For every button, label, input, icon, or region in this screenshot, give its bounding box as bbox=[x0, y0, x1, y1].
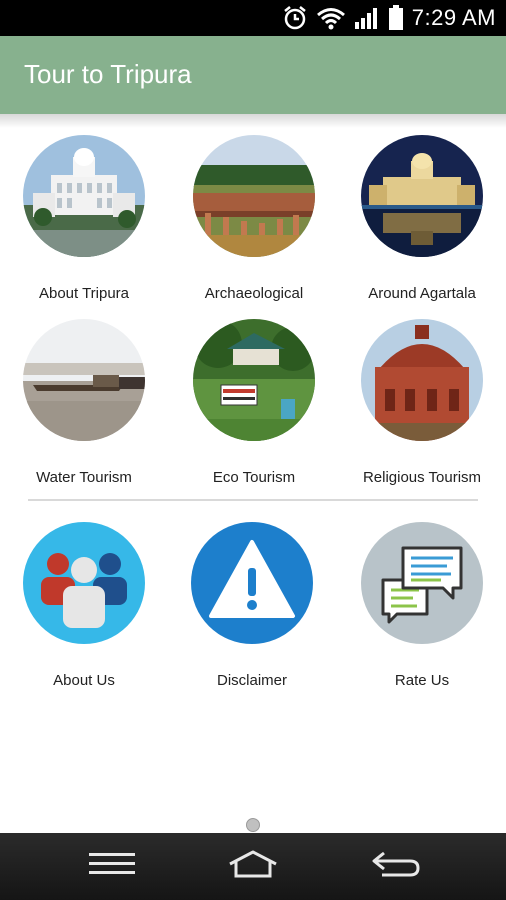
tile-archaeological[interactable]: Archaeological bbox=[170, 135, 338, 302]
tile-disclaimer[interactable]: Disclaimer bbox=[168, 522, 336, 689]
status-bar: 7:29 AM bbox=[0, 0, 506, 36]
red-temple-photo bbox=[361, 319, 483, 441]
back-button[interactable] bbox=[336, 833, 456, 900]
white-palace-photo bbox=[23, 135, 145, 257]
app-bar: Tour to Tripura bbox=[0, 36, 506, 114]
warning-icon bbox=[191, 522, 313, 644]
boat-river-photo bbox=[23, 319, 145, 441]
divider bbox=[28, 499, 478, 501]
app-title: Tour to Tripura bbox=[24, 59, 192, 89]
tile-eco-tourism[interactable]: Eco Tourism bbox=[170, 319, 338, 486]
tile-water-tourism[interactable]: Water Tourism bbox=[0, 319, 168, 486]
tile-label: Around Agartala bbox=[368, 285, 476, 302]
tile-label: Archaeological bbox=[204, 285, 304, 302]
tile-around-agartala[interactable]: Around Agartala bbox=[338, 135, 506, 302]
tile-label: About Tripura bbox=[38, 285, 130, 302]
tile-label: Religious Tourism bbox=[362, 469, 482, 486]
alarm-icon bbox=[282, 5, 308, 31]
ruins-photo bbox=[193, 135, 315, 257]
tile-rate-us[interactable]: Rate Us bbox=[338, 522, 506, 689]
people-icon bbox=[23, 522, 145, 644]
palace-night-photo bbox=[361, 135, 483, 257]
status-icons: 7:29 AM bbox=[282, 0, 496, 36]
tile-about-us[interactable]: About Us bbox=[0, 522, 168, 689]
eco-park-photo bbox=[193, 319, 315, 441]
wifi-icon bbox=[316, 6, 346, 30]
tile-label: Water Tourism bbox=[36, 469, 132, 486]
tile-label: About Us bbox=[53, 672, 115, 689]
tile-label: Eco Tourism bbox=[212, 469, 296, 486]
menu-button[interactable] bbox=[52, 833, 172, 900]
home-button[interactable] bbox=[193, 833, 313, 900]
tile-label: Rate Us bbox=[394, 672, 450, 689]
navigation-bar bbox=[0, 833, 506, 900]
chat-bubbles-icon bbox=[361, 522, 483, 644]
back-icon bbox=[370, 849, 422, 884]
battery-icon bbox=[388, 5, 404, 31]
menu-icon bbox=[89, 852, 135, 881]
home-icon bbox=[226, 849, 280, 884]
page-indicator bbox=[246, 818, 260, 832]
tile-religious-tourism[interactable]: Religious Tourism bbox=[338, 319, 506, 486]
signal-icon bbox=[354, 6, 380, 30]
app-bar-shadow bbox=[0, 114, 506, 128]
tile-about-tripura[interactable]: About Tripura bbox=[0, 135, 168, 302]
tile-label: Disclaimer bbox=[216, 672, 287, 689]
status-time: 7:29 AM bbox=[411, 5, 496, 30]
